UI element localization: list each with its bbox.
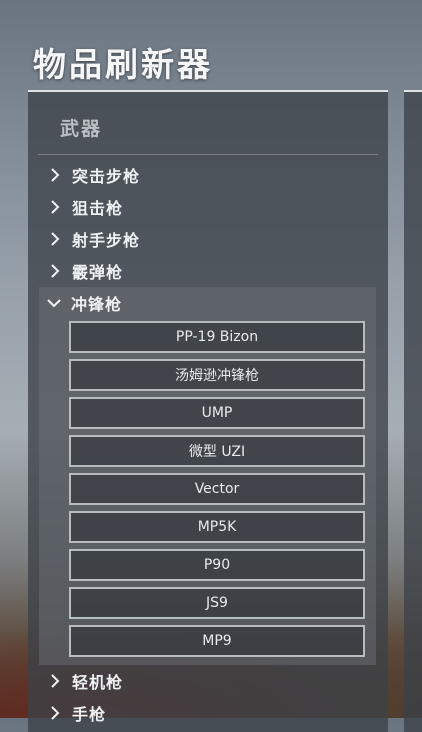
- panel-header-label: 武器: [60, 118, 103, 140]
- chevron-right-icon: [44, 260, 66, 282]
- category-label: 冲锋枪: [71, 295, 123, 314]
- item-button-vector[interactable]: Vector: [69, 473, 365, 505]
- category-smg-expanded: 冲锋枪 PP-19 Bizon 汤姆逊冲锋枪 UMP 微型 UZI Vector…: [39, 287, 376, 665]
- category-label: 狙击枪: [72, 199, 124, 218]
- item-button-pp19-bizon[interactable]: PP-19 Bizon: [69, 321, 365, 353]
- item-button-js9[interactable]: JS9: [69, 587, 365, 619]
- item-button-thompson[interactable]: 汤姆逊冲锋枪: [69, 359, 365, 391]
- category-smg[interactable]: 冲锋枪: [39, 287, 376, 319]
- category-pistol[interactable]: 手枪: [40, 697, 388, 729]
- chevron-down-icon: [43, 292, 65, 314]
- smg-item-list: PP-19 Bizon 汤姆逊冲锋枪 UMP 微型 UZI Vector MP5…: [39, 321, 376, 657]
- item-button-mp9[interactable]: MP9: [69, 625, 365, 657]
- category-label: 手枪: [72, 705, 107, 724]
- item-button-mp5k[interactable]: MP5K: [69, 511, 365, 543]
- category-list: 突击步枪 狙击枪 射手步枪 霰弹枪 冲锋枪 PP-19 Bizon 汤姆逊冲锋枪…: [28, 159, 388, 729]
- chevron-right-icon: [44, 670, 66, 692]
- category-label: 轻机枪: [72, 673, 124, 692]
- category-label: 霰弹枪: [72, 263, 124, 282]
- category-label: 突击步枪: [72, 167, 141, 186]
- category-lmg[interactable]: 轻机枪: [40, 665, 388, 697]
- category-sniper-rifle[interactable]: 狙击枪: [40, 191, 388, 223]
- chevron-right-icon: [44, 164, 66, 186]
- panel-header: 武器: [38, 92, 378, 155]
- category-shotgun[interactable]: 霰弹枪: [40, 255, 388, 287]
- item-button-ump[interactable]: UMP: [69, 397, 365, 429]
- secondary-panel: [404, 90, 422, 732]
- category-marksman-rifle[interactable]: 射手步枪: [40, 223, 388, 255]
- weapon-panel: 武器 突击步枪 狙击枪 射手步枪 霰弹枪 冲锋枪 PP-19 Bizon 汤姆逊…: [28, 90, 388, 732]
- item-button-p90[interactable]: P90: [69, 549, 365, 581]
- category-label: 射手步枪: [72, 231, 141, 250]
- chevron-right-icon: [44, 702, 66, 724]
- chevron-right-icon: [44, 228, 66, 250]
- page-title: 物品刷新器: [33, 45, 213, 84]
- item-button-micro-uzi[interactable]: 微型 UZI: [69, 435, 365, 467]
- chevron-right-icon: [44, 196, 66, 218]
- category-assault-rifle[interactable]: 突击步枪: [40, 159, 388, 191]
